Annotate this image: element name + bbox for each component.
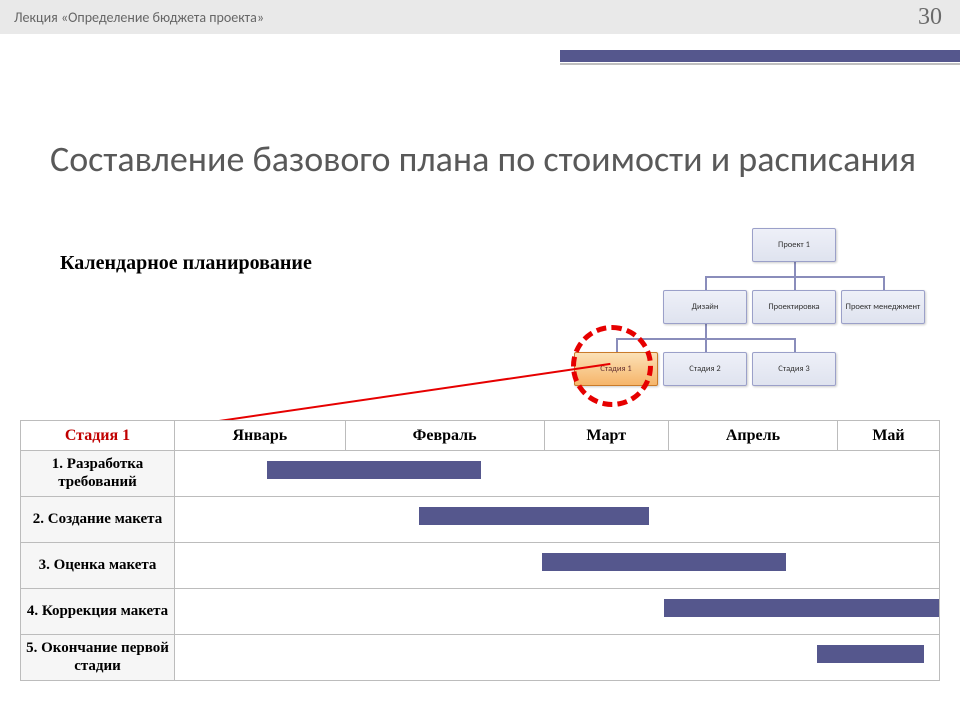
- gantt-header-stage: Стадия 1: [21, 421, 175, 451]
- gantt-table: Стадия 1 Январь Февраль Март Апрель Май …: [20, 420, 940, 681]
- gantt-bar: [817, 645, 924, 663]
- gantt-row-label: 3. Оценка макета: [21, 543, 175, 589]
- hierarchy-root: Проект 1: [752, 228, 836, 262]
- hierarchy-node-proekt: Проектировка: [752, 290, 836, 324]
- gantt-bar: [267, 461, 481, 479]
- gantt-row-label: 2. Создание макета: [21, 497, 175, 543]
- gantt-row-3-cells: [175, 589, 940, 635]
- gantt-header-month: Январь: [175, 421, 346, 451]
- header-bar: Лекция «Определение бюджета проекта»: [0, 0, 960, 34]
- gantt-bar: [419, 507, 648, 525]
- gantt-bar: [664, 599, 939, 617]
- gantt-bar: [542, 553, 786, 571]
- hierarchy-node-stage2: Стадия 2: [663, 352, 747, 386]
- gantt-row-label: 4. Коррекция макета: [21, 589, 175, 635]
- lecture-label: Лекция «Определение бюджета проекта»: [14, 9, 264, 26]
- gantt-header-month: Апрель: [668, 421, 837, 451]
- gantt-row-0-cells: [175, 451, 940, 497]
- hierarchy-node-design: Дизайн: [663, 290, 747, 324]
- subtitle: Календарное планирование: [60, 252, 312, 275]
- gantt-header-month: Март: [544, 421, 668, 451]
- accent-bar: [560, 50, 960, 62]
- gantt-row-4-cells: [175, 635, 940, 681]
- gantt-row-2-cells: [175, 543, 940, 589]
- slide-number: 30: [918, 4, 942, 31]
- hierarchy-node-mgmt: Проект менеджмент: [841, 290, 925, 324]
- title: Составление базового плана по стоимости …: [50, 140, 916, 180]
- accent-underline: [560, 63, 960, 65]
- hierarchy-node-stage3: Стадия 3: [752, 352, 836, 386]
- gantt-row-1-cells: [175, 497, 940, 543]
- gantt-header-month: Февраль: [345, 421, 544, 451]
- gantt-row-label: 1. Разработка требований: [21, 451, 175, 497]
- gantt-row-label: 5. Окончание первой стадии: [21, 635, 175, 681]
- gantt-header-month: Май: [837, 421, 939, 451]
